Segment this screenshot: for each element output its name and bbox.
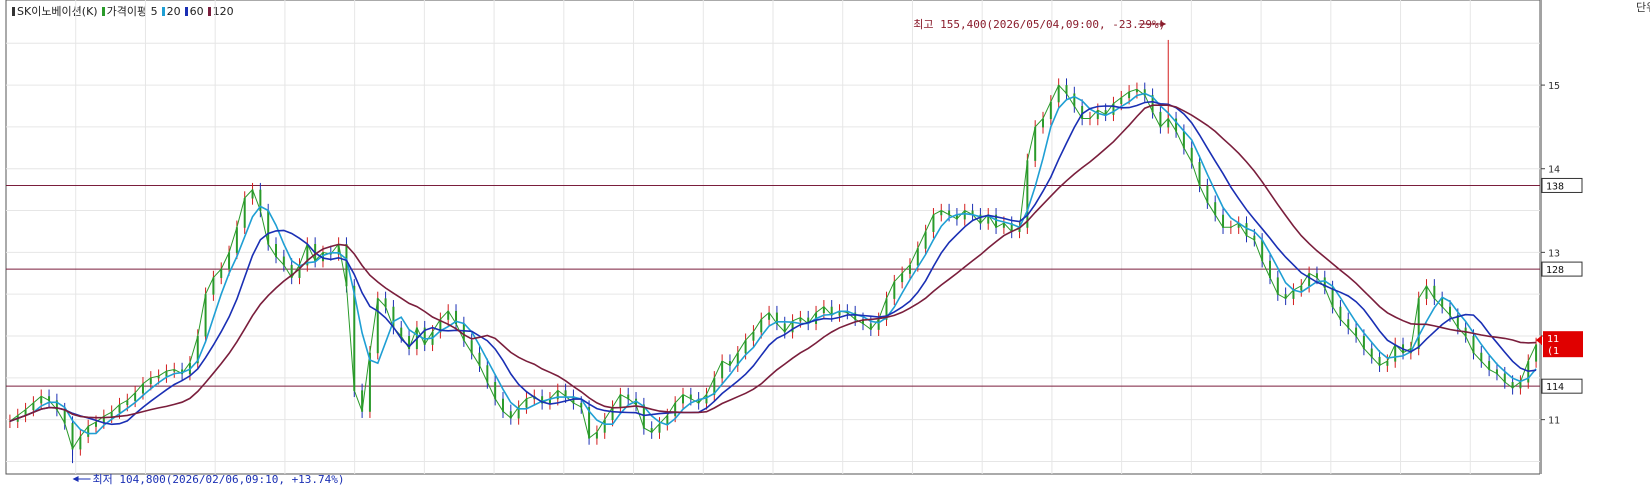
low-arrow-head — [72, 476, 79, 482]
current-price-change: (1 — [1547, 346, 1559, 357]
price-chart[interactable]: 단위111213141513812811411(1 최고 155,400(202… — [0, 0, 1650, 488]
y-tick-label: 11 — [1548, 416, 1560, 427]
axis-unit-label: 단위 — [1636, 1, 1650, 14]
high-annotation: 최고 155,400(2026/05/04,09:00, -23.29%) — [913, 18, 1165, 31]
y-tick-label: 13 — [1548, 248, 1560, 259]
y-tick-label: 15 — [1548, 81, 1560, 92]
y-tick-label: 14 — [1548, 165, 1560, 176]
current-price-label: 11 — [1547, 334, 1559, 345]
price-level-label: 128 — [1546, 265, 1564, 276]
price-level-label: 114 — [1546, 382, 1564, 393]
price-level-label: 138 — [1546, 181, 1564, 192]
current-price-arrow — [1536, 335, 1542, 346]
price-axis: 단위111213141513812811411(1 — [1536, 0, 1650, 488]
low-annotation: 최저 104,800(2026/02/06,09:10, +13.74%) — [93, 473, 345, 486]
